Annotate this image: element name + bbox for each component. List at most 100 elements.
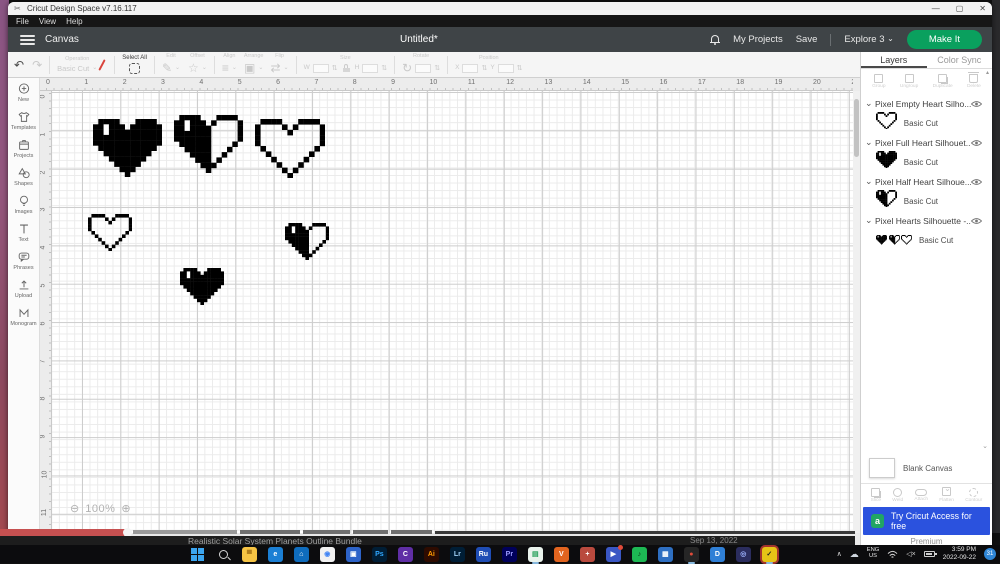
canvas-object-empty-heart[interactable] [88, 214, 132, 256]
layer-cut-row[interactable]: Basic Cut [861, 230, 986, 250]
window-title-bar[interactable]: ✂ Cricut Design Space v7.16.117 — ▢ ✕ [8, 2, 992, 15]
sidebar-item-new[interactable]: New [8, 82, 39, 103]
design-grid[interactable]: ⊖ 100% ⊕ [52, 91, 853, 533]
height-field[interactable] [362, 64, 378, 73]
explore-dropdown[interactable]: Explore 3 ⌄ [844, 34, 893, 45]
tray-overflow-chevron-icon[interactable]: ∧ [837, 550, 842, 558]
document-title[interactable]: Untitled* [400, 34, 438, 45]
layer-visibility-eye-icon[interactable] [971, 139, 982, 147]
canvas-object-half-heart[interactable] [174, 115, 243, 178]
taskbar-app-app-dark[interactable]: ◎ [736, 547, 751, 562]
taskbar-app-app-green[interactable]: ▤ [528, 547, 543, 562]
taskbar-app-app-clip[interactable]: + [580, 547, 595, 562]
taskbar-app-file-explorer[interactable]: ▀ [242, 547, 257, 562]
layer-cut-row[interactable]: Basic Cut [861, 152, 986, 172]
lock-icon[interactable] [343, 64, 350, 72]
sidebar-item-phrases[interactable]: Phrases [8, 250, 39, 271]
minimize-icon[interactable]: — [932, 3, 940, 15]
volume-muted-icon[interactable]: ◁× [906, 550, 915, 558]
video-progress-bar[interactable] [0, 529, 855, 536]
onedrive-cloud-icon[interactable]: ☁ [850, 549, 859, 560]
save-link[interactable]: Save [796, 34, 818, 45]
taskbar-app-start[interactable] [190, 547, 205, 562]
taskbar-app-edge[interactable]: e [268, 547, 283, 562]
operation-dropdown[interactable]: Basic Cut [57, 65, 89, 73]
select-all-group[interactable]: Select All [122, 55, 147, 74]
align-group[interactable]: Align ≡⌄ [222, 54, 237, 76]
bell-icon[interactable] [710, 35, 720, 45]
clock[interactable]: 3:59 PM 2022-09-22 [943, 546, 976, 562]
taskbar-app-photos[interactable]: ▣ [346, 547, 361, 562]
pen-color-tool[interactable] [99, 59, 106, 71]
layer-visibility-eye-icon[interactable] [971, 178, 982, 186]
taskbar-app-app-orange[interactable]: V [554, 547, 569, 562]
menu-help[interactable]: Help [66, 17, 82, 26]
layer-row[interactable]: ⌄Pixel Empty Heart Silho... [861, 94, 986, 113]
canvas-object-full-heart[interactable] [180, 268, 224, 310]
canvas-object-half-heart[interactable] [285, 223, 329, 265]
tab-layers[interactable]: Layers [861, 52, 927, 68]
zoom-out-icon[interactable]: ⊖ [70, 502, 79, 515]
layer-visibility-eye-icon[interactable] [971, 100, 982, 108]
delete-button[interactable]: Delete [967, 74, 981, 89]
taskbar-app-premiere[interactable]: Pr [502, 547, 517, 562]
rotate-field[interactable] [415, 64, 431, 73]
layer-expand-chevron-icon[interactable]: ⌄ [865, 176, 875, 187]
sidebar-item-templates[interactable]: Templates [8, 110, 39, 131]
layer-row[interactable]: ⌄Pixel Full Heart Silhouet... [861, 133, 986, 152]
battery-icon[interactable] [924, 551, 935, 557]
taskbar-app-checker[interactable]: ✓ [762, 547, 777, 562]
notification-badge[interactable]: 31 [984, 548, 996, 560]
group-button[interactable]: Group [872, 74, 885, 89]
sidebar-item-shapes[interactable]: Shapes [8, 166, 39, 187]
taskbar-app-app-d[interactable]: D [710, 547, 725, 562]
select-all-icon[interactable] [129, 63, 140, 74]
blank-canvas-row[interactable]: Blank Canvas [869, 455, 988, 481]
layer-expand-chevron-icon[interactable]: ⌄ [865, 137, 875, 148]
contour-button[interactable]: Contour [965, 488, 982, 503]
panel-scroll-up-icon[interactable]: ▴ [986, 69, 989, 76]
zoom-in-icon[interactable]: ⊕ [121, 502, 130, 515]
wifi-icon[interactable] [887, 550, 898, 559]
layer-name[interactable]: Pixel Half Heart Silhoue... [875, 177, 971, 187]
redo-icon[interactable]: ↷ [32, 58, 42, 72]
language-indicator[interactable]: ENGUS [867, 548, 880, 560]
taskbar-app-app-ru[interactable]: Ru [476, 547, 491, 562]
width-field[interactable] [313, 64, 329, 73]
weld-button[interactable]: Weld [892, 488, 903, 503]
taskbar-app-app-c[interactable]: C [398, 547, 413, 562]
vertical-scrollbar[interactable] [853, 91, 860, 533]
taskbar-app-search[interactable] [216, 547, 231, 562]
position-x-field[interactable] [462, 64, 478, 73]
arrange-group[interactable]: Arrange ▣⌄ [244, 54, 264, 76]
slice-button[interactable]: Slice [871, 488, 881, 503]
layer-row[interactable]: ⌄Pixel Half Heart Silhoue... [861, 172, 986, 191]
close-icon[interactable]: ✕ [979, 3, 986, 15]
ungroup-button[interactable]: Ungroup [900, 74, 918, 89]
canvas-object-empty-heart[interactable] [255, 119, 325, 183]
canvas-object-full-heart[interactable] [93, 119, 162, 182]
taskbar-app-chrome[interactable]: ◉ [320, 547, 335, 562]
tab-color-sync[interactable]: Color Sync [927, 52, 993, 68]
menu-view[interactable]: View [39, 17, 56, 26]
taskbar-app-photoshop[interactable]: Ps [372, 547, 387, 562]
sidebar-item-projects[interactable]: Projects [8, 138, 39, 159]
vertical-scrollbar-thumb[interactable] [854, 99, 859, 157]
offset-group[interactable]: Offset ☆⌄ [188, 54, 207, 76]
attach-button[interactable]: Attach [914, 489, 928, 502]
maximize-icon[interactable]: ▢ [956, 3, 964, 15]
make-it-button[interactable]: Make It [907, 30, 982, 49]
layer-visibility-eye-icon[interactable] [971, 217, 982, 225]
taskbar-app-illustrator[interactable]: Ai [424, 547, 439, 562]
panel-collapse-icon[interactable]: ⌄ [982, 442, 988, 450]
sidebar-item-upload[interactable]: Upload [8, 278, 39, 299]
taskbar-app-store[interactable]: ⌂ [294, 547, 309, 562]
duplicate-button[interactable]: Duplicate [933, 74, 953, 89]
flip-group[interactable]: Flip ⇄⌄ [270, 54, 288, 76]
sidebar-item-text[interactable]: Text [8, 222, 39, 243]
layer-expand-chevron-icon[interactable]: ⌄ [865, 98, 875, 109]
layer-name[interactable]: Pixel Hearts Silhouette -... [875, 216, 971, 226]
canvas-color-swatch[interactable] [869, 458, 895, 478]
my-projects-link[interactable]: My Projects [733, 34, 783, 45]
layer-name[interactable]: Pixel Empty Heart Silho... [875, 99, 971, 109]
